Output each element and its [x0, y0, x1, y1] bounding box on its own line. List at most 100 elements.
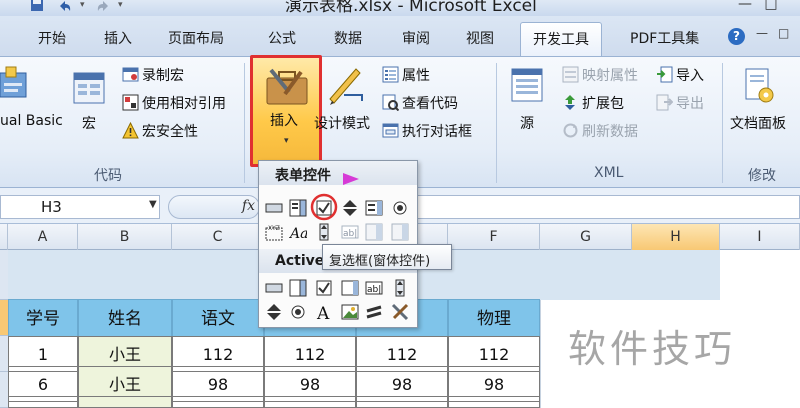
- table-header-cell[interactable]: 姓名: [78, 299, 172, 337]
- text-field-control-icon[interactable]: ab|: [341, 223, 359, 241]
- activex-image-icon[interactable]: [341, 303, 359, 321]
- table-cell[interactable]: [78, 396, 172, 408]
- save-icon[interactable]: [30, 0, 44, 12]
- insert-function-area[interactable]: fx: [168, 195, 260, 219]
- watermark: 软件技巧: [568, 327, 737, 371]
- combo-dropdown-edit-control-icon[interactable]: [391, 223, 409, 241]
- combo-list-edit-control-icon[interactable]: [365, 223, 383, 241]
- visual-basic-icon[interactable]: [0, 65, 32, 101]
- tab-data[interactable]: 数据: [334, 28, 362, 48]
- tab-page-layout[interactable]: 页面布局: [168, 28, 224, 48]
- column-header-f[interactable]: F: [448, 224, 540, 250]
- cell-reference: H3: [41, 198, 62, 216]
- document-panel-label[interactable]: 文档面板: [730, 113, 786, 133]
- export-button[interactable]: 导出: [656, 93, 704, 115]
- macro-security-button[interactable]: 宏安全性: [122, 121, 198, 143]
- table-cell[interactable]: [172, 396, 264, 408]
- scroll-bar-control-icon[interactable]: [315, 223, 333, 241]
- xml-source-label[interactable]: 源: [520, 113, 534, 133]
- design-mode-label[interactable]: 设计模式: [314, 113, 370, 133]
- properties-button[interactable]: 属性: [382, 65, 430, 87]
- table-cell[interactable]: [356, 396, 448, 408]
- redo-icon[interactable]: [96, 0, 110, 12]
- spin-button-control-icon[interactable]: [341, 199, 359, 217]
- table-cell[interactable]: [448, 396, 540, 408]
- run-dialog-icon: [382, 123, 399, 138]
- properties-icon: [382, 66, 399, 83]
- activex-spin-button-icon[interactable]: [265, 303, 283, 321]
- list-box-control-icon[interactable]: [365, 199, 383, 217]
- row-header[interactable]: [0, 372, 8, 408]
- option-button-control-icon[interactable]: [391, 199, 409, 217]
- ribbon-restore-icon[interactable]: □: [778, 26, 789, 40]
- group-box-control-icon[interactable]: XYZ: [265, 223, 283, 241]
- relative-reference-button[interactable]: 使用相对引用: [122, 93, 226, 115]
- activex-label-icon[interactable]: A: [315, 303, 333, 321]
- tab-review[interactable]: 审阅: [402, 28, 430, 48]
- group-separator: [496, 63, 497, 183]
- table-header-cell[interactable]: 物理: [448, 299, 540, 337]
- ribbon-minimize-icon[interactable]: —: [756, 26, 768, 40]
- macros-label[interactable]: 宏: [82, 113, 96, 133]
- column-header-h[interactable]: H: [632, 224, 720, 250]
- help-icon[interactable]: ?: [728, 28, 745, 45]
- activex-combo-box-icon[interactable]: [289, 279, 307, 297]
- row-header[interactable]: [0, 336, 8, 372]
- expansion-pack-icon: [565, 95, 575, 110]
- view-code-label: 查看代码: [402, 96, 458, 112]
- tab-insert[interactable]: 插入: [104, 28, 132, 48]
- tab-developer[interactable]: 开发工具: [520, 22, 602, 56]
- qat-customize-icon[interactable]: ▾: [118, 0, 132, 12]
- button-control-icon[interactable]: [265, 199, 283, 217]
- label-control-icon[interactable]: Aa: [289, 223, 307, 241]
- table-cell[interactable]: [8, 396, 78, 408]
- visual-basic-label[interactable]: ual Basic: [0, 113, 63, 129]
- macros-icon[interactable]: [72, 71, 108, 107]
- activex-button-icon[interactable]: [265, 279, 283, 297]
- minimize-icon[interactable]: —: [734, 0, 756, 14]
- activex-toggle-button-icon[interactable]: [365, 303, 383, 321]
- document-panel-icon[interactable]: [742, 67, 776, 105]
- select-all-corner[interactable]: [0, 224, 8, 250]
- activex-list-box-icon[interactable]: [341, 279, 359, 297]
- tab-formulas[interactable]: 公式: [268, 28, 296, 48]
- table-header-cell[interactable]: 学号: [8, 299, 78, 337]
- expansion-pack-label: 扩展包: [582, 96, 624, 112]
- row-header[interactable]: [0, 250, 8, 300]
- activex-text-box-icon[interactable]: ab|: [365, 279, 383, 297]
- record-macro-button[interactable]: 录制宏: [122, 65, 184, 87]
- maximize-icon[interactable]: □: [760, 0, 782, 14]
- tab-pdf-tools[interactable]: PDF工具集: [630, 28, 699, 48]
- map-properties-button[interactable]: 映射属性: [562, 65, 638, 87]
- column-header-c[interactable]: C: [172, 224, 264, 250]
- undo-icon[interactable]: [58, 0, 72, 12]
- column-header-i[interactable]: I: [720, 224, 800, 250]
- table-cell[interactable]: [264, 396, 356, 408]
- combo-box-control-icon[interactable]: [289, 199, 307, 217]
- run-dialog-button[interactable]: 执行对话框: [382, 121, 472, 143]
- activex-more-controls-icon[interactable]: [391, 303, 409, 321]
- view-code-button[interactable]: 查看代码: [382, 93, 458, 115]
- svg-text:ab|: ab|: [367, 285, 381, 295]
- import-button[interactable]: 导入: [656, 65, 704, 87]
- name-box[interactable]: H3 ▼: [0, 195, 160, 219]
- row-header-selected[interactable]: [0, 300, 8, 336]
- xml-source-icon[interactable]: [510, 67, 544, 103]
- activex-checkbox-icon[interactable]: [315, 279, 333, 297]
- expansion-pack-button[interactable]: 扩展包: [562, 93, 624, 115]
- design-mode-icon[interactable]: [326, 65, 366, 105]
- tab-home[interactable]: 开始: [38, 28, 66, 48]
- fx-icon[interactable]: fx: [242, 198, 255, 214]
- name-box-dropdown-icon[interactable]: ▼: [149, 199, 157, 210]
- column-header-g[interactable]: G: [540, 224, 632, 250]
- table-header-cell[interactable]: 语文: [172, 299, 264, 337]
- column-header-a[interactable]: A: [8, 224, 78, 250]
- column-header-b[interactable]: B: [78, 224, 172, 250]
- undo-dropdown-icon[interactable]: ▾: [80, 0, 94, 12]
- activex-option-button-icon[interactable]: [289, 303, 307, 321]
- insert-control-button[interactable]: 插入 ▾: [250, 55, 322, 167]
- tab-view[interactable]: 视图: [466, 28, 494, 48]
- refresh-data-button[interactable]: 刷新数据: [562, 121, 638, 143]
- svg-text:Aa: Aa: [289, 226, 307, 241]
- activex-scroll-bar-icon[interactable]: [391, 279, 409, 297]
